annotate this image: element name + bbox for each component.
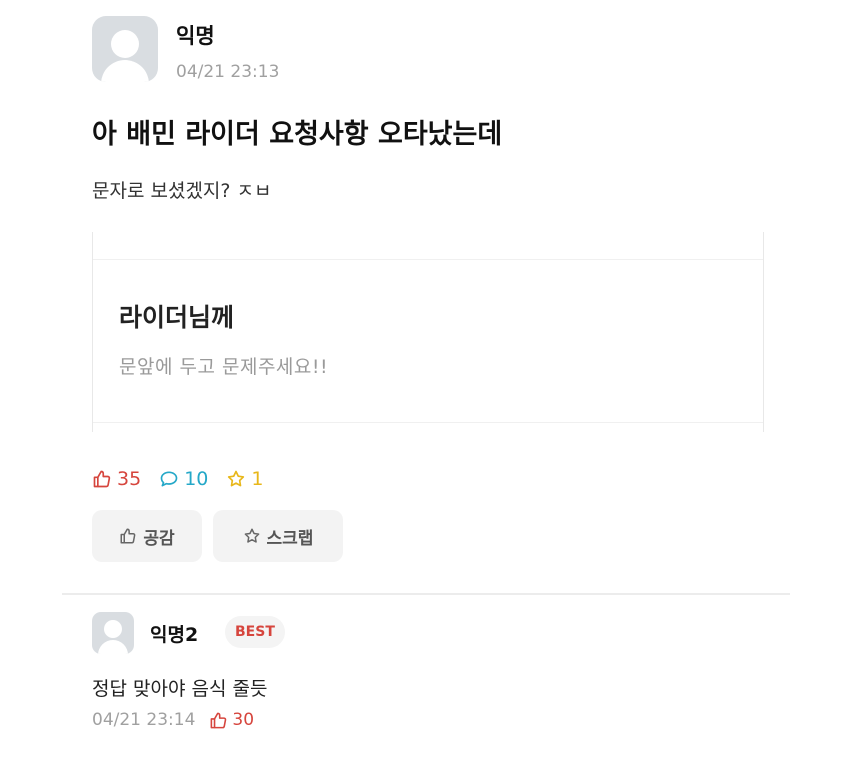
thumbs-up-icon bbox=[93, 470, 111, 488]
section-divider bbox=[62, 593, 790, 595]
thumbs-up-icon bbox=[120, 528, 136, 544]
like-button[interactable]: 공감 bbox=[92, 510, 202, 562]
author-avatar[interactable] bbox=[92, 16, 158, 82]
post-body: 문자로 보셨겠지? ㅈㅂ bbox=[92, 180, 272, 202]
avatar-body-shape bbox=[98, 640, 128, 654]
comment-date: 04/21 23:14 bbox=[92, 710, 196, 730]
comment-count-value: 10 bbox=[184, 468, 209, 490]
like-button-label: 공감 bbox=[143, 528, 175, 549]
comment-like-value: 30 bbox=[232, 710, 255, 730]
post-title: 아 배민 라이더 요청사항 오타났는데 bbox=[92, 119, 503, 150]
attached-image-card[interactable]: 라이더님께 문앞에 두고 문제주세요!! bbox=[92, 232, 764, 432]
star-icon bbox=[244, 528, 259, 543]
best-badge: BEST bbox=[225, 616, 285, 648]
post-stats: 35 10 1 bbox=[92, 466, 281, 492]
comment-like-count[interactable]: 30 bbox=[209, 710, 254, 730]
speech-bubble-icon bbox=[160, 471, 178, 487]
comment-author: 익명2 bbox=[150, 624, 199, 646]
avatar-head-shape bbox=[111, 30, 139, 58]
card-request-text: 문앞에 두고 문제주세요!! bbox=[119, 356, 329, 378]
comment-text: 정답 맞아야 음식 줄듯 bbox=[92, 678, 268, 700]
star-icon bbox=[228, 470, 245, 487]
post-date: 04/21 23:13 bbox=[176, 62, 280, 82]
card-divider-top bbox=[93, 259, 763, 260]
scrap-count-value: 1 bbox=[251, 468, 264, 490]
thumbs-up-icon bbox=[210, 712, 227, 728]
comment-count: 10 bbox=[159, 468, 208, 490]
card-heading: 라이더님께 bbox=[119, 303, 235, 332]
post-author: 익명 bbox=[176, 24, 215, 48]
avatar-head-shape bbox=[104, 620, 122, 638]
scrap-count: 1 bbox=[226, 468, 263, 490]
comment-meta: 04/21 23:14 30 bbox=[92, 710, 254, 730]
card-divider-bottom bbox=[93, 422, 763, 423]
comment-avatar[interactable] bbox=[92, 612, 134, 654]
scrap-button[interactable]: 스크랩 bbox=[213, 510, 343, 562]
avatar-body-shape bbox=[101, 60, 149, 82]
scrap-button-label: 스크랩 bbox=[266, 528, 314, 549]
like-count: 35 bbox=[92, 468, 141, 490]
like-count-value: 35 bbox=[117, 468, 142, 490]
